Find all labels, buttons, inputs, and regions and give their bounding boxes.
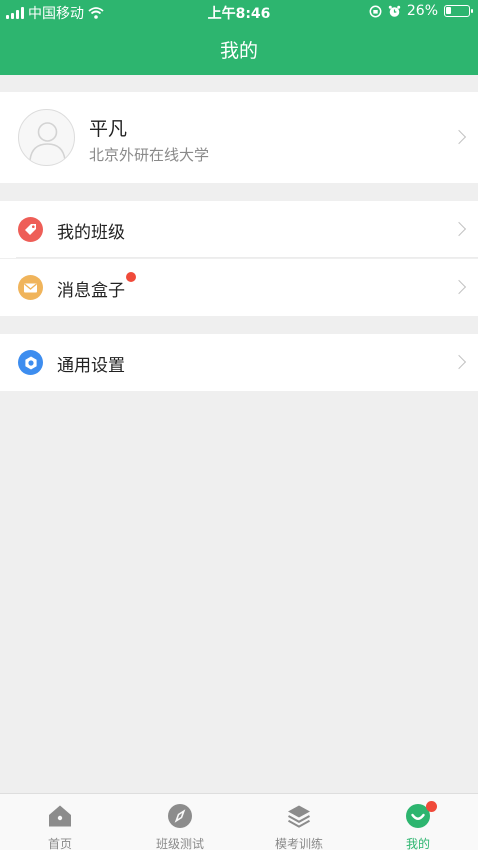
profile-card[interactable]: 平凡 北京外研在线大学 (0, 92, 478, 183)
chevron-right-icon (451, 129, 467, 145)
avatar[interactable] (18, 109, 75, 166)
chevron-right-icon (451, 221, 467, 237)
menu-item-label: 消息盒子 (57, 281, 125, 301)
tag-icon (18, 217, 43, 242)
tab-class-test[interactable]: 班级测试 (120, 794, 240, 850)
tab-label: 模考训练 (274, 837, 323, 850)
battery-level (446, 7, 451, 14)
status-bar: 中国移动 上午8:46 26% (0, 0, 478, 24)
menu-item-label: 我的班级 (57, 223, 125, 243)
home-icon (49, 805, 71, 827)
notification-badge (426, 801, 437, 812)
tab-mock-exam[interactable]: 模考训练 (239, 794, 359, 850)
page-title: 我的 (219, 40, 258, 62)
menu-item-message-box[interactable]: 消息盒子 (0, 259, 478, 316)
status-right: 26% (369, 3, 473, 19)
mail-icon (18, 275, 43, 300)
gear-icon (18, 350, 43, 375)
menu-item-general-settings[interactable]: 通用设置 (0, 334, 478, 391)
tab-label: 首页 (47, 837, 72, 850)
battery-percent: 26% (406, 3, 438, 19)
orientation-lock-icon (369, 5, 382, 17)
divider (16, 257, 478, 258)
battery-icon (444, 5, 473, 17)
app-header: 中国移动 上午8:46 26% 我的 (0, 0, 478, 75)
layers-icon (288, 805, 310, 828)
chevron-right-icon (451, 354, 467, 370)
profile-name: 平凡 (89, 118, 128, 140)
bottom-tab-bar: 首页 班级测试 模考训练 我的 (0, 793, 478, 850)
tab-label: 我的 (405, 837, 430, 850)
tab-home[interactable]: 首页 (0, 794, 120, 850)
chevron-right-icon (451, 279, 467, 295)
user-avatar-placeholder-icon (29, 122, 66, 161)
compass-icon (168, 804, 192, 828)
tab-label: 班级测试 (155, 837, 204, 850)
menu-item-label: 通用设置 (57, 356, 125, 376)
profile-school: 北京外研在线大学 (89, 146, 210, 164)
menu-item-my-class[interactable]: 我的班级 (0, 201, 478, 258)
alarm-icon (388, 5, 401, 17)
tab-mine[interactable]: 我的 (358, 794, 478, 850)
notification-badge (126, 272, 136, 282)
